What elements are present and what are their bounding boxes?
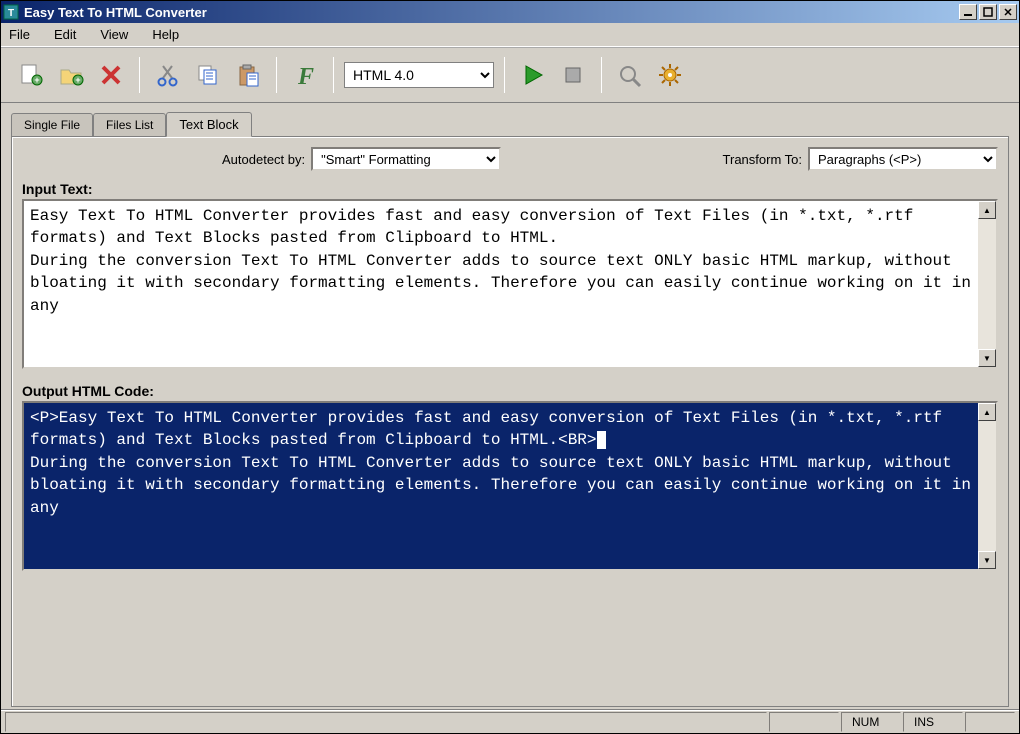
- app-icon: T: [3, 4, 19, 20]
- new-file-icon[interactable]: +: [13, 57, 49, 93]
- scroll-track[interactable]: [978, 219, 996, 349]
- scroll-down-icon[interactable]: ▼: [978, 349, 996, 367]
- toolbar: + + F HTML 4.0: [1, 47, 1019, 103]
- delete-icon[interactable]: [93, 57, 129, 93]
- input-label: Input Text:: [22, 181, 998, 197]
- scroll-down-icon[interactable]: ▼: [978, 551, 996, 569]
- svg-text:T: T: [8, 8, 14, 19]
- menu-help[interactable]: Help: [152, 27, 179, 42]
- scroll-track[interactable]: [978, 421, 996, 551]
- paste-icon[interactable]: [230, 57, 266, 93]
- statusbar: NUM INS: [1, 709, 1019, 733]
- tabs: Single File Files List Text Block: [11, 111, 1009, 137]
- output-scrollbar[interactable]: ▲ ▼: [978, 403, 996, 569]
- copy-icon[interactable]: [190, 57, 226, 93]
- output-selected[interactable]: <P>Easy Text To HTML Converter provides …: [30, 409, 952, 449]
- format-icon[interactable]: F: [287, 57, 323, 93]
- titlebar: T Easy Text To HTML Converter: [1, 1, 1019, 23]
- svg-text:+: +: [34, 75, 39, 85]
- svg-text:+: +: [75, 75, 80, 85]
- input-text-area[interactable]: Easy Text To HTML Converter provides fas…: [22, 199, 998, 369]
- toolbar-separator: [601, 57, 602, 93]
- svg-text:F: F: [297, 64, 314, 88]
- status-message: [5, 712, 767, 732]
- tab-single-file[interactable]: Single File: [11, 113, 93, 137]
- toolbar-separator: [333, 57, 334, 93]
- transform-label: Transform To:: [723, 152, 802, 167]
- run-icon[interactable]: [515, 57, 551, 93]
- input-text-content[interactable]: Easy Text To HTML Converter provides fas…: [24, 201, 978, 367]
- scroll-up-icon[interactable]: ▲: [978, 201, 996, 219]
- menubar: File Edit View Help: [1, 23, 1019, 47]
- output-text-area[interactable]: <P>Easy Text To HTML Converter provides …: [22, 401, 998, 571]
- preview-icon[interactable]: [612, 57, 648, 93]
- cut-icon[interactable]: [150, 57, 186, 93]
- tab-text-block[interactable]: Text Block: [166, 112, 251, 137]
- stop-icon[interactable]: [555, 57, 591, 93]
- tab-panel: Autodetect by: "Smart" Formatting Transf…: [11, 136, 1009, 707]
- toolbar-separator: [504, 57, 505, 93]
- autodetect-label: Autodetect by:: [222, 152, 305, 167]
- output-label: Output HTML Code:: [22, 383, 998, 399]
- window-buttons: [959, 4, 1017, 20]
- open-file-icon[interactable]: +: [53, 57, 89, 93]
- tab-files-list[interactable]: Files List: [93, 113, 166, 137]
- content-area: Single File Files List Text Block Autode…: [1, 103, 1019, 709]
- minimize-button[interactable]: [959, 4, 977, 20]
- toolbar-separator: [139, 57, 140, 93]
- status-empty-2: [965, 712, 1015, 732]
- autodetect-select[interactable]: "Smart" Formatting: [311, 147, 501, 171]
- options-row: Autodetect by: "Smart" Formatting Transf…: [22, 147, 998, 171]
- menu-file[interactable]: File: [9, 27, 30, 42]
- scroll-up-icon[interactable]: ▲: [978, 403, 996, 421]
- html-version-select[interactable]: HTML 4.0: [344, 62, 494, 88]
- input-scrollbar[interactable]: ▲ ▼: [978, 201, 996, 367]
- output-text-content[interactable]: <P>Easy Text To HTML Converter provides …: [24, 403, 978, 569]
- status-num: NUM: [841, 712, 901, 732]
- status-ins: INS: [903, 712, 963, 732]
- window-title: Easy Text To HTML Converter: [24, 5, 207, 20]
- maximize-button[interactable]: [979, 4, 997, 20]
- settings-icon[interactable]: [652, 57, 688, 93]
- close-button[interactable]: [999, 4, 1017, 20]
- app-window: T Easy Text To HTML Converter File Edit …: [0, 0, 1020, 734]
- menu-view[interactable]: View: [100, 27, 128, 42]
- transform-select[interactable]: Paragraphs (<P>): [808, 147, 998, 171]
- menu-edit[interactable]: Edit: [54, 27, 76, 42]
- status-empty-1: [769, 712, 839, 732]
- toolbar-separator: [276, 57, 277, 93]
- output-rest[interactable]: During the conversion Text To HTML Conve…: [30, 454, 978, 517]
